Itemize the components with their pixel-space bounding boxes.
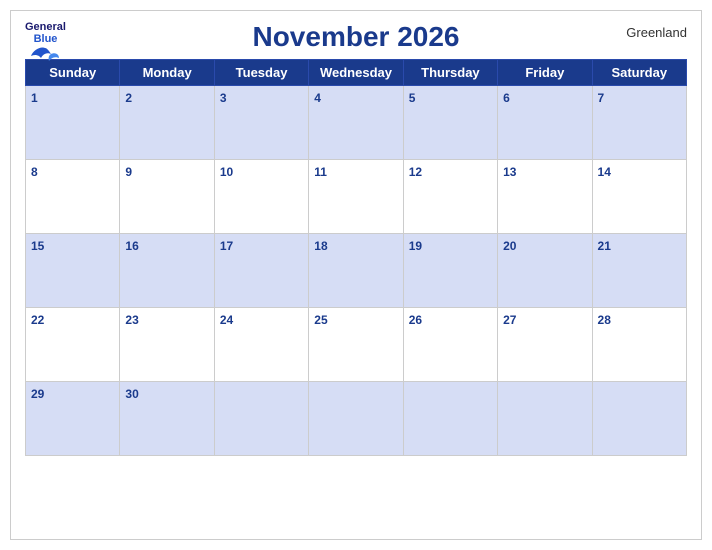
table-row: 17 xyxy=(214,234,308,308)
header-tuesday: Tuesday xyxy=(214,60,308,86)
calendar-container: General Blue November 2026 Greenland Sun… xyxy=(10,10,702,540)
day-24: 24 xyxy=(220,313,233,327)
day-26: 26 xyxy=(409,313,422,327)
table-row: 14 xyxy=(592,160,686,234)
header-wednesday: Wednesday xyxy=(309,60,403,86)
day-6: 6 xyxy=(503,91,510,105)
day-11: 11 xyxy=(314,165,327,179)
table-row: 19 xyxy=(403,234,497,308)
table-row: 2 xyxy=(120,86,214,160)
day-23: 23 xyxy=(125,313,138,327)
day-18: 18 xyxy=(314,239,327,253)
day-2: 2 xyxy=(125,91,132,105)
day-12: 12 xyxy=(409,165,422,179)
table-row: 5 xyxy=(403,86,497,160)
table-row: 24 xyxy=(214,308,308,382)
day-21: 21 xyxy=(598,239,611,253)
table-row: 10 xyxy=(214,160,308,234)
week-row-2: 8 9 10 11 12 13 14 xyxy=(26,160,687,234)
table-row: 8 xyxy=(26,160,120,234)
table-row: 13 xyxy=(498,160,592,234)
table-row: 28 xyxy=(592,308,686,382)
table-row: 16 xyxy=(120,234,214,308)
table-row: 23 xyxy=(120,308,214,382)
logo-bird-icon xyxy=(31,46,59,64)
day-15: 15 xyxy=(31,239,44,253)
calendar-title: November 2026 xyxy=(252,21,459,53)
day-headers-row: Sunday Monday Tuesday Wednesday Thursday… xyxy=(26,60,687,86)
table-row xyxy=(214,382,308,456)
table-row: 9 xyxy=(120,160,214,234)
table-row: 15 xyxy=(26,234,120,308)
week-row-4: 22 23 24 25 26 27 28 xyxy=(26,308,687,382)
table-row: 6 xyxy=(498,86,592,160)
header-saturday: Saturday xyxy=(592,60,686,86)
table-row: 7 xyxy=(592,86,686,160)
day-22: 22 xyxy=(31,313,44,327)
header-thursday: Thursday xyxy=(403,60,497,86)
day-10: 10 xyxy=(220,165,233,179)
table-row: 29 xyxy=(26,382,120,456)
table-row: 3 xyxy=(214,86,308,160)
table-row: 20 xyxy=(498,234,592,308)
table-row xyxy=(592,382,686,456)
day-9: 9 xyxy=(125,165,132,179)
table-row: 25 xyxy=(309,308,403,382)
day-29: 29 xyxy=(31,387,44,401)
header-monday: Monday xyxy=(120,60,214,86)
table-row: 22 xyxy=(26,308,120,382)
table-row: 21 xyxy=(592,234,686,308)
table-row xyxy=(498,382,592,456)
header-friday: Friday xyxy=(498,60,592,86)
day-28: 28 xyxy=(598,313,611,327)
table-row: 12 xyxy=(403,160,497,234)
calendar-header: General Blue November 2026 Greenland xyxy=(25,21,687,53)
table-row: 26 xyxy=(403,308,497,382)
logo: General Blue xyxy=(25,21,66,64)
calendar-grid: Sunday Monday Tuesday Wednesday Thursday… xyxy=(25,59,687,456)
day-5: 5 xyxy=(409,91,416,105)
logo-general-text: General xyxy=(25,21,66,33)
day-7: 7 xyxy=(598,91,605,105)
day-13: 13 xyxy=(503,165,516,179)
table-row xyxy=(403,382,497,456)
day-3: 3 xyxy=(220,91,227,105)
day-20: 20 xyxy=(503,239,516,253)
table-row: 11 xyxy=(309,160,403,234)
table-row: 4 xyxy=(309,86,403,160)
table-row: 1 xyxy=(26,86,120,160)
week-row-3: 15 16 17 18 19 20 21 xyxy=(26,234,687,308)
day-17: 17 xyxy=(220,239,233,253)
day-14: 14 xyxy=(598,165,611,179)
region-label: Greenland xyxy=(626,25,687,40)
day-27: 27 xyxy=(503,313,516,327)
day-4: 4 xyxy=(314,91,321,105)
day-8: 8 xyxy=(31,165,38,179)
table-row xyxy=(309,382,403,456)
week-row-1: 1 2 3 4 5 6 7 xyxy=(26,86,687,160)
table-row: 18 xyxy=(309,234,403,308)
table-row: 27 xyxy=(498,308,592,382)
day-30: 30 xyxy=(125,387,138,401)
table-row: 30 xyxy=(120,382,214,456)
day-25: 25 xyxy=(314,313,327,327)
day-19: 19 xyxy=(409,239,422,253)
logo-blue-text: Blue xyxy=(34,33,58,45)
day-16: 16 xyxy=(125,239,138,253)
day-1: 1 xyxy=(31,91,38,105)
week-row-5: 29 30 xyxy=(26,382,687,456)
